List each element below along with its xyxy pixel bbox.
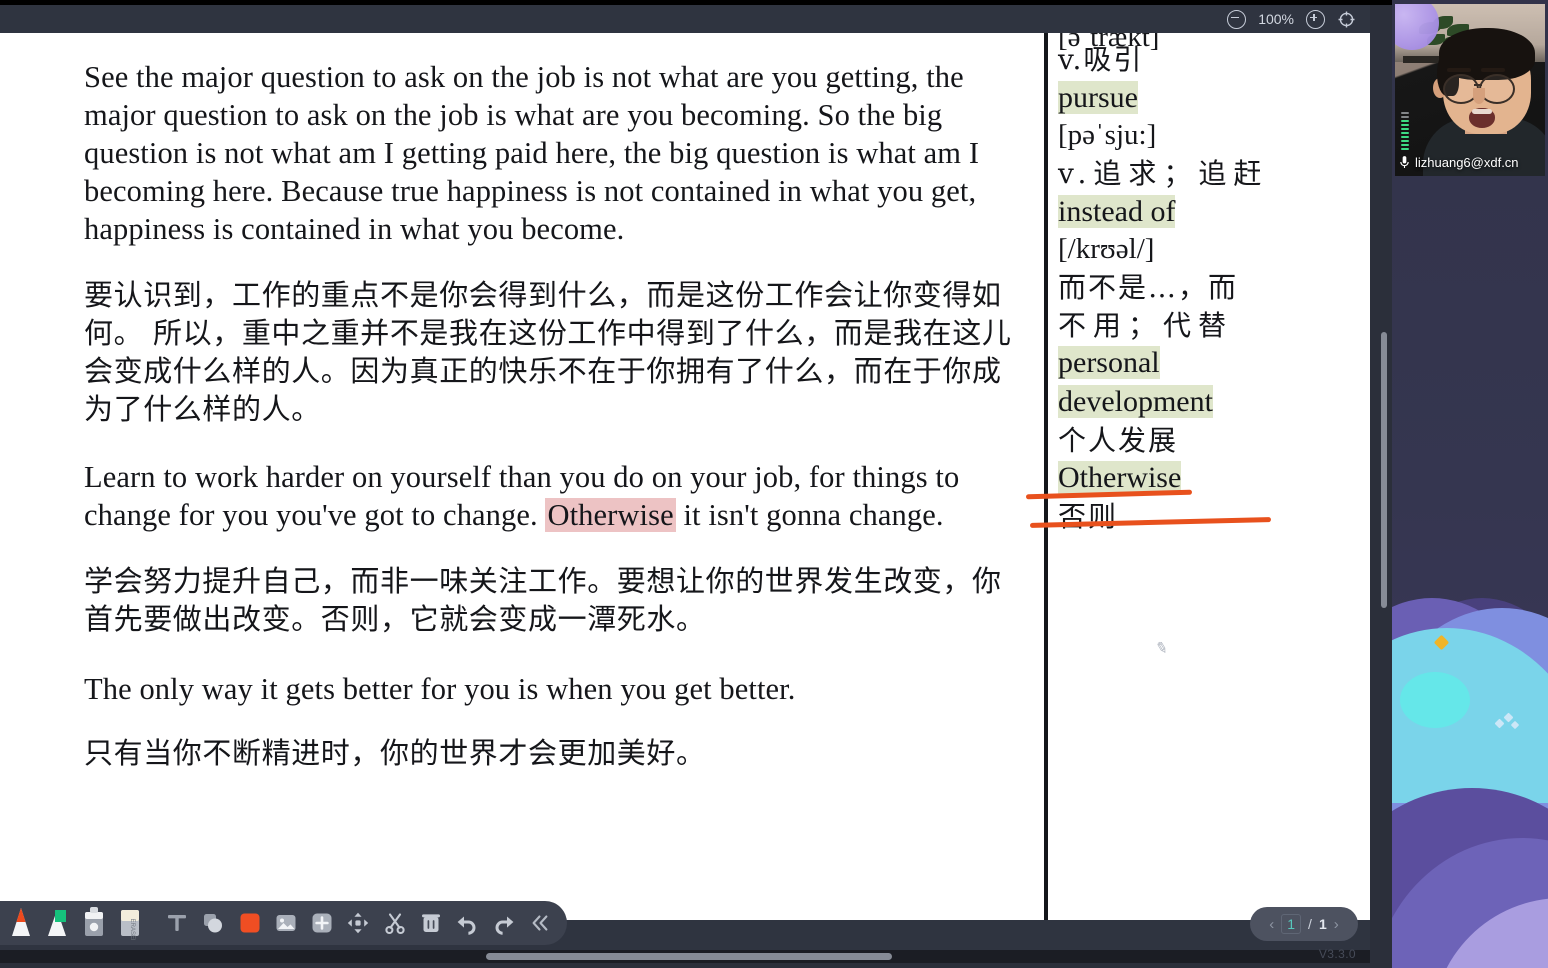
undo-tool[interactable] [452,904,482,942]
document-body: See the major question to ask on the job… [84,33,1019,793]
highlighter-tool[interactable] [42,904,72,942]
pen-cursor: ✎ [1153,638,1170,659]
zoom-level-label: 100% [1258,11,1294,27]
prev-page-button[interactable]: ‹ [1269,916,1274,933]
microphone-icon [1400,156,1409,168]
vocabulary-column: v.吸引 pursue [pəˈsju:] v.追求；追赶 instead of… [1058,43,1358,538]
marker-icon [84,907,103,936]
vocab-entry: [/krʊəl/] [1058,233,1358,267]
move-tool[interactable] [343,904,373,942]
audio-level-meter [1401,111,1409,150]
horizontal-scrollbar-thumb[interactable] [486,953,892,960]
next-page-button[interactable]: › [1334,916,1339,933]
vocab-entry: Otherwise [1058,461,1358,496]
vocab-text: 个人发展 [1058,423,1179,457]
current-page-field[interactable]: 1 [1281,914,1302,934]
chevron-double-left-icon [532,915,548,931]
paragraph-zh-1: 要认识到，工作的重点不是你会得到什么，而是这份工作会让你变得如何。 所以，重中之… [84,277,1012,426]
shapes-tool[interactable] [198,904,228,942]
webcam-person [1421,26,1545,176]
participant-email: lizhuang6@xdf.cn [1415,155,1519,170]
fit-to-screen-icon[interactable] [1337,10,1356,29]
pen-tool[interactable] [6,904,36,942]
redo-tool[interactable] [488,904,518,942]
document-window: 100% See the major question to ask on th… [0,5,1370,963]
vocab-entry: 个人发展 [1058,424,1358,458]
collapse-toolbar[interactable] [525,904,555,942]
page-separator: / [1308,916,1312,932]
paragraph-zh-2: 学会努力提升自己，而非一味关注工作。要想让你的世界发生改变，你首先要做出改变。否… [84,563,1002,636]
add-tool[interactable] [307,904,337,942]
move-arrows-icon [348,912,369,934]
delete-tool[interactable] [416,904,446,942]
vocab-text: Otherwise [1058,461,1182,495]
participant-label: lizhuang6@xdf.cn [1399,155,1519,170]
highlighted-term-otherwise: Otherwise [545,497,676,532]
wallpaper-sparkle [1494,712,1520,730]
highlighter-icon [48,910,67,936]
page-sheet[interactable]: See the major question to ask on the job… [0,33,1370,920]
paragraph-en-3: The only way it gets better for you is w… [84,671,796,706]
vocab-entry: v.追求；追赶 [1058,157,1358,191]
cut-tool[interactable] [380,904,410,942]
zoom-controls: 100% [1227,9,1356,29]
zoom-out-button[interactable] [1227,9,1247,29]
vertical-scrollbar-thumb[interactable] [1381,332,1387,608]
paragraph-zh-3: 只有当你不断精进时，你的世界才会更加美好。 [84,735,706,770]
redo-icon [495,916,513,935]
image-icon [276,915,296,931]
text-icon [168,915,187,931]
vocab-text: 而不是…，而 [1058,271,1239,305]
total-pages-label: 1 [1318,916,1327,932]
paragraph-en-2-part3: it isn't gonna change. [675,497,944,532]
trash-icon [422,914,441,932]
vocab-entry: instead of [1058,194,1358,230]
vocab-entry: personal [1058,346,1358,381]
paragraph-en-2: Learn to work harder on yourself than yo… [84,459,1019,535]
vocab-entry: pursue [1058,80,1358,116]
pen-icon [12,908,31,936]
vocab-text: v.追求；追赶 [1058,157,1269,191]
vocab-text: instead of [1058,194,1176,228]
undo-icon [457,916,476,935]
vocab-text: [/krʊəl/] [1058,233,1155,266]
shapes-icon [204,914,223,933]
scissors-icon [385,913,405,935]
vocab-text: personal [1058,346,1160,380]
vocab-entry: [pəˈsju:] [1058,119,1358,153]
window-topbar: 100% [0,5,1370,33]
text-tool[interactable] [162,904,192,942]
vocab-text: development [1058,385,1213,419]
svg-text:ERASER: ERASER [129,919,135,940]
webcam-tile[interactable]: lizhuang6@xdf.cn [1395,4,1545,176]
image-tool[interactable] [271,904,301,942]
horizontal-scrollbar-track[interactable] [0,950,1370,963]
page-navigation[interactable]: ‹ 1 / 1 › [1250,907,1358,941]
eraser-icon: ERASER [120,910,139,940]
eraser-tool[interactable]: ERASER [115,904,145,942]
vocab-text: v.吸引 [1058,43,1144,76]
vocab-entry: development [1058,385,1358,420]
vocab-entry: v.吸引 [1058,43,1358,77]
vocab-entry: 而不是…，而 [1058,271,1358,305]
version-label: V3.3.0 [1318,947,1356,961]
wallpaper-moon [1400,672,1470,728]
color-swatch-icon [240,913,260,933]
marker-tool[interactable] [79,904,109,942]
column-divider [1044,33,1048,920]
vocab-text: [pəˈsju:] [1058,119,1157,152]
annotation-toolbar[interactable]: ERASER [0,901,567,945]
paragraph-en-1: See the major question to ask on the job… [84,60,980,246]
vocab-text: 否则 [1058,500,1119,534]
vocab-text: pursue [1058,80,1138,114]
plus-icon [312,913,332,933]
vocab-entry: 不用；代替 [1058,309,1358,343]
vocab-entry: 否则 [1058,500,1358,534]
zoom-in-button[interactable] [1306,9,1325,29]
screen: lizhuang6@xdf.cn 100% See the major ques… [0,0,1548,968]
vocab-text: 不用；代替 [1058,308,1234,342]
color-swatch[interactable] [234,904,264,942]
